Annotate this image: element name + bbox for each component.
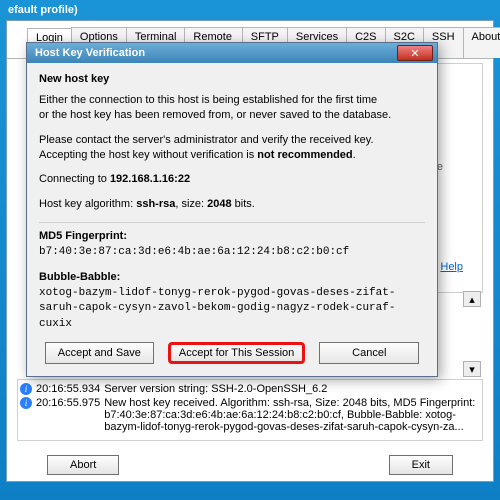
accept-and-save-button[interactable]: Accept and Save [45, 342, 154, 364]
dialog-algo: Host key algorithm: ssh-rsa, size: 2048 … [39, 197, 425, 212]
dialog-text: Please contact the server's administrato… [39, 133, 425, 163]
abort-button[interactable]: Abort [47, 455, 119, 475]
help-link[interactable]: Help [440, 261, 463, 273]
cancel-button[interactable]: Cancel [319, 342, 419, 364]
log-message: New host key received. Algorithm: ssh-rs… [104, 397, 480, 433]
tab-about[interactable]: About [463, 27, 500, 58]
dialog-line: Either the connection to this host is be… [39, 94, 377, 106]
divider [39, 222, 425, 223]
info-icon: i [20, 383, 32, 395]
dialog-line: Connecting to [39, 173, 110, 185]
close-icon[interactable]: ✕ [397, 45, 433, 61]
accept-for-session-button[interactable]: Accept for This Session [168, 342, 305, 364]
info-icon: i [20, 397, 32, 409]
dialog-line: or the host key has been removed from, o… [39, 109, 391, 121]
dialog-heading: New host key [39, 73, 425, 85]
log-time: 20:16:55.975 [36, 397, 100, 409]
dialog-text: Either the connection to this host is be… [39, 93, 425, 123]
dialog-connecting: Connecting to 192.168.1.16:22 [39, 172, 425, 187]
log-time: 20:16:55.934 [36, 383, 100, 395]
babble-block: Bubble-Babble: xotog-bazym-lidof-tonyg-r… [39, 270, 425, 332]
dialog-title: Host Key Verification [31, 47, 397, 59]
log-row: i 20:16:55.975 New host key received. Al… [20, 396, 480, 434]
log-panel: i 20:16:55.934 Server version string: SS… [17, 379, 483, 441]
app-title: efault profile) [0, 0, 500, 20]
log-message: Server version string: SSH-2.0-OpenSSH_6… [104, 383, 480, 395]
dialog-line: Host key algorithm: [39, 198, 136, 210]
host-address: 192.168.1.16:22 [110, 173, 190, 185]
exit-button[interactable]: Exit [389, 455, 453, 475]
babble-label: Bubble-Babble: [39, 271, 120, 283]
scroll-up-button[interactable]: ▴ [463, 291, 481, 307]
dialog-bold: not recommended [257, 149, 352, 161]
host-key-dialog: Host Key Verification ✕ New host key Eit… [26, 42, 438, 377]
dialog-line: bits. [232, 198, 255, 210]
log-row: i 20:16:55.934 Server version string: SS… [20, 382, 480, 396]
scroll-down-button[interactable]: ▾ [463, 361, 481, 377]
size-value: 2048 [207, 198, 231, 210]
md5-fingerprint: b7:40:3e:87:ca:3d:e6:4b:ae:6a:12:24:b8:c… [39, 246, 349, 258]
dialog-titlebar: Host Key Verification ✕ [27, 43, 437, 63]
dialog-line: Accepting the host key without verificat… [39, 149, 257, 161]
algo-value: ssh-rsa [136, 198, 175, 210]
md5-label: MD5 Fingerprint: [39, 230, 127, 242]
dialog-line: Please contact the server's administrato… [39, 134, 374, 146]
dialog-line: , size: [175, 198, 207, 210]
bubble-babble: xotog-bazym-lidof-tonyg-rerok-pygod-gova… [39, 287, 395, 331]
md5-block: MD5 Fingerprint: b7:40:3e:87:ca:3d:e6:4b… [39, 229, 425, 260]
